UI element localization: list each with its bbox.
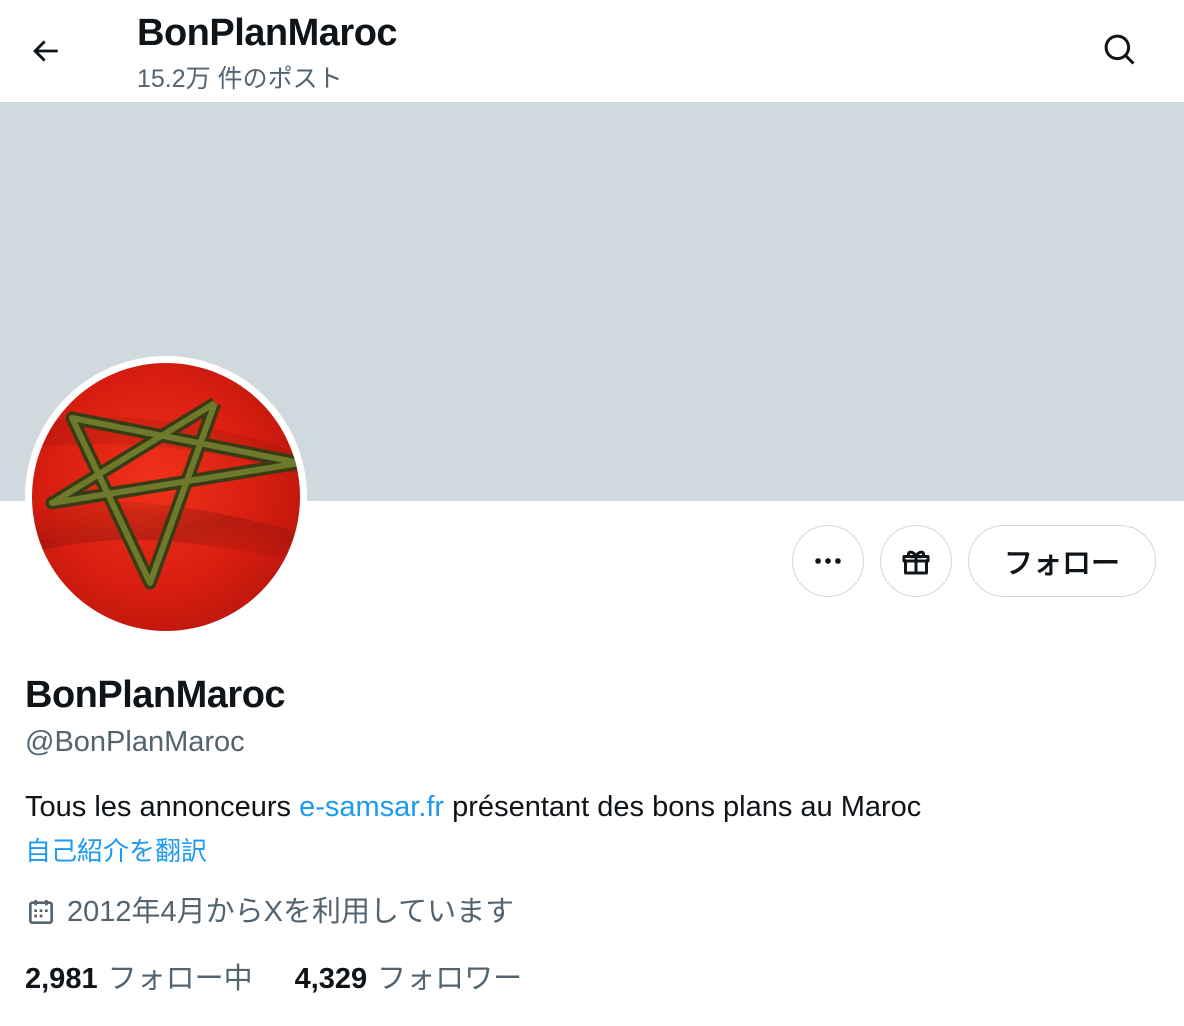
join-date: 2012年4月からXを利用しています <box>25 893 514 931</box>
follow-stats: 2,981 フォロー中 4,329 フォロワー <box>25 960 522 998</box>
following-link[interactable]: 2,981 フォロー中 <box>25 960 253 998</box>
user-handle: @BonPlanMaroc <box>25 726 245 758</box>
translate-bio-link[interactable]: 自己紹介を翻訳 <box>25 833 207 869</box>
back-button[interactable] <box>18 24 72 78</box>
top-bar: BonPlanMaroc 15.2万 件のポスト <box>0 0 1184 102</box>
bio-text-before: Tous les annonceurs <box>25 791 300 823</box>
avatar-image <box>32 363 300 631</box>
bio-text-after: présentant des bons plans au Maroc <box>444 791 922 823</box>
followers-count: 4,329 <box>294 963 368 995</box>
post-count: 15.2万 件のポスト <box>137 65 343 93</box>
calendar-icon <box>29 900 53 924</box>
following-count: 2,981 <box>25 963 98 995</box>
followers-link[interactable]: 4,329 フォロワー <box>295 960 523 998</box>
more-dots-icon <box>815 558 841 564</box>
followers-label: フォロワー <box>377 963 523 995</box>
header-title: BonPlanMaroc <box>137 12 398 54</box>
following-label: フォロー中 <box>107 963 253 995</box>
gift-button[interactable] <box>880 525 952 597</box>
display-name: BonPlanMaroc <box>25 674 286 716</box>
arrow-left-icon <box>33 40 58 62</box>
join-date-text: 2012年4月からXを利用しています <box>67 896 515 928</box>
follow-button[interactable]: フォロー <box>968 525 1156 597</box>
search-button[interactable] <box>1092 22 1148 78</box>
more-button[interactable] <box>792 525 864 597</box>
bio: Tous les annonceurs e-samsar.fr présenta… <box>25 788 921 826</box>
search-icon <box>1104 34 1135 65</box>
avatar[interactable] <box>25 356 307 638</box>
bio-link[interactable]: e-samsar.fr <box>299 791 444 823</box>
gift-icon <box>902 550 930 575</box>
